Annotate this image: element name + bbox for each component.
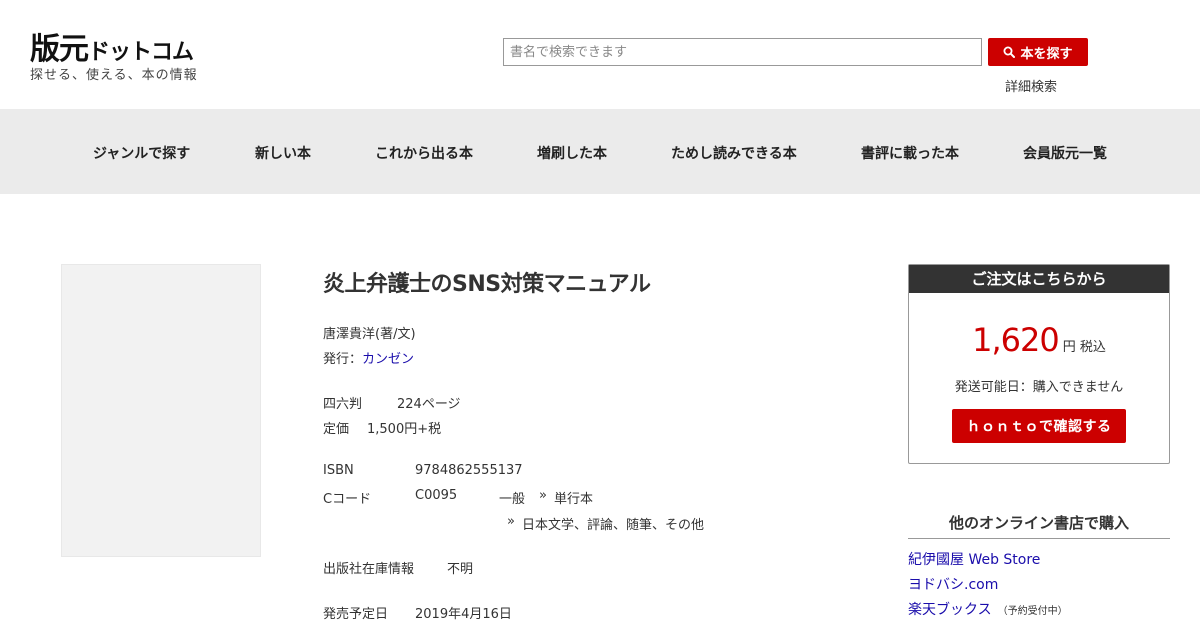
store-link-yodobashi[interactable]: ヨドバシ.com	[908, 577, 998, 593]
book-author: 唐澤貴洋(著/文)	[323, 327, 416, 342]
store-link-rakuten[interactable]: 楽天ブックス	[908, 602, 992, 618]
book-cover	[61, 264, 261, 557]
release-date: 2019年4月16日	[415, 607, 512, 622]
site-logo[interactable]: 版元ドットコム	[30, 24, 194, 68]
nav-item-reprinted-books[interactable]: 増刷した本	[537, 143, 607, 163]
ccode-separator: »	[507, 514, 515, 529]
order-price-unit: 円 税込	[1062, 340, 1106, 355]
ccode-separator: »	[539, 488, 547, 503]
order-price-row: 1,620 円 税込	[909, 321, 1169, 359]
ccode-label: Cコード	[323, 492, 372, 507]
store-item: 楽天ブックス （予約受付中）	[908, 599, 1068, 619]
order-price: 1,620	[972, 321, 1060, 359]
store-link-kinokuniya[interactable]: 紀伊國屋 Web Store	[908, 552, 1040, 568]
ccode-content: 日本文学、評論、随筆、その他	[522, 518, 705, 533]
honto-button[interactable]: ｈｏｎｔｏで確認する	[952, 409, 1126, 443]
list-price-label: 定価	[323, 422, 350, 437]
logo-main: 版元	[30, 32, 89, 67]
release-label: 発売予定日	[323, 607, 389, 622]
logo-sub: ドットコム	[88, 40, 194, 65]
nav-item-genre[interactable]: ジャンルで探す	[93, 143, 190, 163]
ccode-form: 単行本	[554, 492, 594, 507]
isbn-value: 9784862555137	[415, 463, 523, 478]
nav-item-upcoming-books[interactable]: これから出る本	[375, 143, 473, 163]
nav-item-publishers[interactable]: 会員版元一覧	[1023, 143, 1107, 163]
book-pages: 224ページ	[397, 397, 461, 412]
nav-item-trial-reading[interactable]: ためし読みできる本	[671, 143, 797, 163]
publisher-label: 発行：	[323, 352, 363, 367]
order-box-heading: ご注文はこちらから	[909, 265, 1169, 293]
search-button-label: 本を探す	[1020, 46, 1073, 62]
order-box: ご注文はこちらから 1,620 円 税込 発送可能日：購入できません ｈｏｎｔｏで…	[908, 264, 1170, 464]
book-publisher-row: 発行：カンゼン	[323, 348, 414, 367]
stock-value: 不明	[447, 562, 474, 577]
ccode-value: C0095	[415, 488, 458, 503]
search-button[interactable]: 本を探す	[988, 38, 1088, 66]
isbn-label: ISBN	[323, 463, 354, 478]
shipping-status: 発送可能日：購入できません	[954, 380, 1124, 395]
store-item: 紀伊國屋 Web Store	[908, 549, 1040, 569]
main-nav: ジャンルで探す 新しい本 これから出る本 増刷した本 ためし読みできる本 書評に…	[0, 109, 1200, 194]
book-title: 炎上弁護士のSNS対策マニュアル	[323, 272, 651, 297]
search-icon	[1003, 46, 1016, 58]
site-tagline: 探せる、使える、本の情報	[30, 68, 198, 83]
site-header: 版元ドットコム 探せる、使える、本の情報 本を探す 詳細検索	[0, 0, 1200, 109]
store-item: ヨドバシ.com	[908, 574, 998, 594]
other-stores-heading: 他のオンライン書店で購入	[908, 512, 1170, 539]
store-note: （予約受付中）	[997, 606, 1068, 617]
ccode-target: 一般	[499, 492, 526, 507]
list-price: 1,500円+税	[367, 422, 442, 437]
search-input[interactable]	[503, 38, 982, 66]
nav-item-reviewed-books[interactable]: 書評に載った本	[861, 143, 959, 163]
advanced-search-link[interactable]: 詳細検索	[1005, 76, 1057, 95]
nav-item-new-books[interactable]: 新しい本	[255, 143, 311, 163]
stock-label: 出版社在庫情報	[323, 562, 415, 577]
book-format: 四六判	[323, 397, 363, 412]
publisher-link[interactable]: カンゼン	[362, 352, 414, 367]
